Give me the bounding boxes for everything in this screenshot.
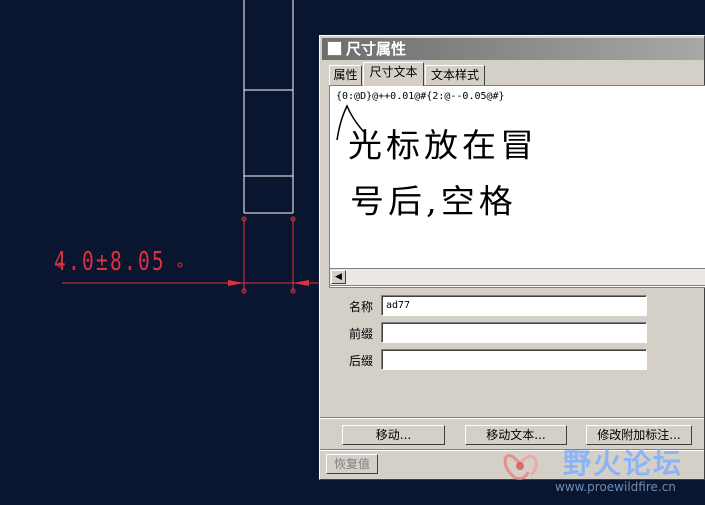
watermark-url: www.proewildfire.cn (555, 480, 676, 494)
restore-button[interactable]: 恢复值 (326, 454, 378, 474)
handwritten-note-line1: 光标放在冒 (348, 126, 538, 165)
suffix-field[interactable] (381, 349, 647, 370)
tab-text-style[interactable]: 文本样式 (425, 65, 485, 85)
name-label: 名称 (349, 300, 374, 314)
tab-properties[interactable]: 属性 (329, 65, 362, 85)
window-icon (327, 41, 342, 56)
prefix-label: 前缀 (349, 327, 374, 341)
dimension-arrow-right (293, 280, 309, 286)
part-outline (243, 0, 294, 214)
divider (320, 417, 704, 419)
dimension-text-editor[interactable]: {0:@D}@++0.01@#{2:@--0.05@#} 光标放在冒 号后,空格 (329, 85, 705, 288)
dialog-titlebar[interactable]: 尺寸属性 (322, 38, 704, 60)
editor-horizontal-scrollbar[interactable]: ◀ (329, 268, 705, 286)
move-button[interactable]: 移动... (342, 425, 445, 445)
dimension-text[interactable]: 4.0±8.05 (54, 247, 166, 277)
prefix-field[interactable] (381, 322, 647, 343)
scroll-left-arrow-icon[interactable]: ◀ (331, 270, 346, 284)
watermark-logo-icon (503, 454, 538, 481)
dialog-title: 尺寸属性 (346, 40, 407, 58)
tab-dimension-text[interactable]: 尺寸文本 (363, 62, 424, 86)
suffix-label: 后缀 (349, 354, 374, 368)
dimension-properties-dialog: 尺寸属性 属性 尺寸文本 文本样式 {0:@D}@++0.01@#{2:@--0… (319, 35, 705, 480)
watermark-name: 野火论坛 (563, 447, 684, 480)
forum-watermark: 野火论坛 www.proewildfire.cn (495, 440, 705, 502)
dimension-arrow-left (228, 280, 244, 286)
name-field[interactable]: ad77 (381, 295, 647, 316)
handwritten-note-line2: 号后,空格 (350, 182, 517, 221)
